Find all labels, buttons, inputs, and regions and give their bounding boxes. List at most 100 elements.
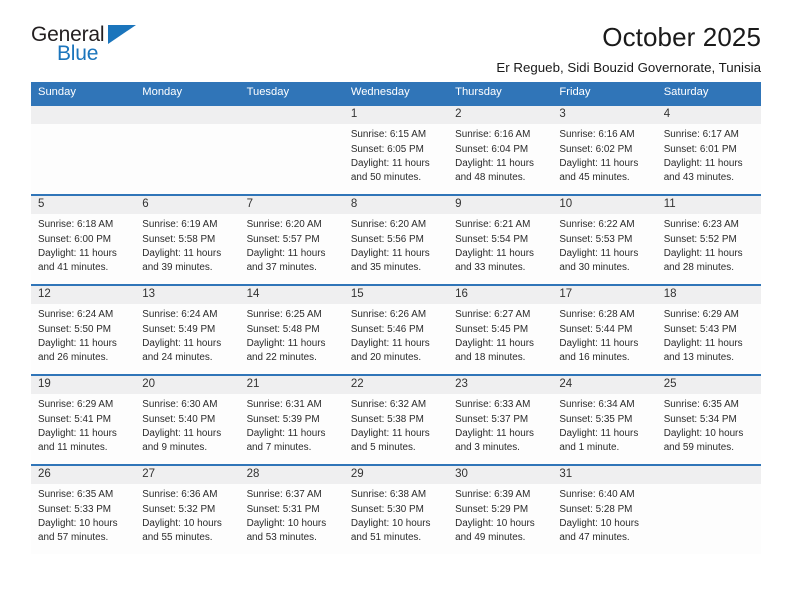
day-cell[interactable]: Sunrise: 6:20 AM Sunset: 5:56 PM Dayligh… <box>344 214 448 284</box>
week-detail-band: Sunrise: 6:18 AM Sunset: 6:00 PM Dayligh… <box>31 214 761 285</box>
day-number[interactable]: 10 <box>552 196 656 214</box>
daylight-text-line2: and 48 minutes. <box>455 171 526 183</box>
day-cell[interactable]: Sunrise: 6:35 AM Sunset: 5:33 PM Dayligh… <box>31 484 135 554</box>
day-number[interactable]: 7 <box>240 196 344 214</box>
day-number[interactable]: 9 <box>448 196 552 214</box>
day-number[interactable] <box>31 106 135 124</box>
day-number[interactable]: 16 <box>448 286 552 304</box>
day-number[interactable]: 6 <box>135 196 239 214</box>
day-cell[interactable]: Sunrise: 6:22 AM Sunset: 5:53 PM Dayligh… <box>552 214 656 284</box>
day-number[interactable]: 15 <box>344 286 448 304</box>
daylight-text-line1: Daylight: 11 hours <box>559 247 639 259</box>
day-number[interactable]: 22 <box>344 376 448 394</box>
day-number[interactable]: 31 <box>552 466 656 484</box>
sunset-text: Sunset: 5:49 PM <box>142 323 216 335</box>
daylight-text-line2: and 55 minutes. <box>142 531 213 543</box>
generalblue-logo[interactable]: General Blue <box>31 24 141 70</box>
day-cell[interactable]: Sunrise: 6:35 AM Sunset: 5:34 PM Dayligh… <box>657 394 761 464</box>
day-cell[interactable]: Sunrise: 6:18 AM Sunset: 6:00 PM Dayligh… <box>31 214 135 284</box>
day-number[interactable]: 14 <box>240 286 344 304</box>
day-cell[interactable] <box>31 124 135 194</box>
day-cell[interactable]: Sunrise: 6:37 AM Sunset: 5:31 PM Dayligh… <box>240 484 344 554</box>
day-cell[interactable]: Sunrise: 6:20 AM Sunset: 5:57 PM Dayligh… <box>240 214 344 284</box>
day-cell[interactable]: Sunrise: 6:34 AM Sunset: 5:35 PM Dayligh… <box>552 394 656 464</box>
day-cell[interactable]: Sunrise: 6:30 AM Sunset: 5:40 PM Dayligh… <box>135 394 239 464</box>
day-number[interactable]: 13 <box>135 286 239 304</box>
day-cell[interactable] <box>240 124 344 194</box>
day-cell[interactable]: Sunrise: 6:25 AM Sunset: 5:48 PM Dayligh… <box>240 304 344 374</box>
day-cell[interactable] <box>657 484 761 554</box>
day-number[interactable] <box>240 106 344 124</box>
daylight-text-line2: and 24 minutes. <box>142 351 213 363</box>
day-cell[interactable]: Sunrise: 6:26 AM Sunset: 5:46 PM Dayligh… <box>344 304 448 374</box>
day-cell[interactable]: Sunrise: 6:16 AM Sunset: 6:04 PM Dayligh… <box>448 124 552 194</box>
weekday-header-monday: Monday <box>142 86 183 98</box>
daylight-text-line1: Daylight: 11 hours <box>38 247 117 259</box>
day-number[interactable]: 3 <box>552 106 656 124</box>
day-number[interactable]: 30 <box>448 466 552 484</box>
sunrise-text: Sunrise: 6:22 AM <box>559 219 635 231</box>
day-cell[interactable]: Sunrise: 6:36 AM Sunset: 5:32 PM Dayligh… <box>135 484 239 554</box>
day-cell[interactable]: Sunrise: 6:15 AM Sunset: 6:05 PM Dayligh… <box>344 124 448 194</box>
day-cell[interactable]: Sunrise: 6:31 AM Sunset: 5:39 PM Dayligh… <box>240 394 344 464</box>
day-number[interactable]: 26 <box>31 466 135 484</box>
day-cell[interactable]: Sunrise: 6:29 AM Sunset: 5:43 PM Dayligh… <box>657 304 761 374</box>
day-cell[interactable]: Sunrise: 6:39 AM Sunset: 5:29 PM Dayligh… <box>448 484 552 554</box>
daylight-text-line1: Daylight: 11 hours <box>142 337 222 349</box>
day-number[interactable]: 25 <box>657 376 761 394</box>
day-number[interactable] <box>135 106 239 124</box>
sunset-text: Sunset: 5:54 PM <box>455 233 529 245</box>
day-cell[interactable]: Sunrise: 6:29 AM Sunset: 5:41 PM Dayligh… <box>31 394 135 464</box>
daylight-text-line1: Daylight: 11 hours <box>559 337 639 349</box>
daylight-text-line2: and 3 minutes. <box>455 441 520 453</box>
daylight-text-line2: and 39 minutes. <box>142 261 213 273</box>
day-cell[interactable]: Sunrise: 6:27 AM Sunset: 5:45 PM Dayligh… <box>448 304 552 374</box>
day-cell[interactable]: Sunrise: 6:24 AM Sunset: 5:49 PM Dayligh… <box>135 304 239 374</box>
sunrise-text: Sunrise: 6:35 AM <box>38 489 114 501</box>
day-number[interactable]: 29 <box>344 466 448 484</box>
day-cell[interactable] <box>135 124 239 194</box>
sunrise-text: Sunrise: 6:27 AM <box>455 309 531 321</box>
sunset-text: Sunset: 6:02 PM <box>559 143 633 155</box>
day-number[interactable] <box>657 466 761 484</box>
day-number[interactable]: 12 <box>31 286 135 304</box>
day-number[interactable]: 17 <box>552 286 656 304</box>
daylight-text-line1: Daylight: 11 hours <box>350 157 430 169</box>
day-number[interactable]: 4 <box>657 106 761 124</box>
day-cell[interactable]: Sunrise: 6:19 AM Sunset: 5:58 PM Dayligh… <box>135 214 239 284</box>
daylight-text-line1: Daylight: 11 hours <box>350 337 430 349</box>
day-cell[interactable]: Sunrise: 6:17 AM Sunset: 6:01 PM Dayligh… <box>657 124 761 194</box>
daylight-text-line2: and 43 minutes. <box>663 171 734 183</box>
day-cell[interactable]: Sunrise: 6:24 AM Sunset: 5:50 PM Dayligh… <box>31 304 135 374</box>
day-cell[interactable]: Sunrise: 6:32 AM Sunset: 5:38 PM Dayligh… <box>344 394 448 464</box>
daylight-text-line1: Daylight: 11 hours <box>142 427 222 439</box>
day-number[interactable]: 28 <box>240 466 344 484</box>
day-number[interactable]: 27 <box>135 466 239 484</box>
daylight-text-line2: and 47 minutes. <box>559 531 630 543</box>
day-number[interactable]: 11 <box>657 196 761 214</box>
day-cell[interactable]: Sunrise: 6:23 AM Sunset: 5:52 PM Dayligh… <box>657 214 761 284</box>
day-cell[interactable]: Sunrise: 6:38 AM Sunset: 5:30 PM Dayligh… <box>344 484 448 554</box>
day-cell[interactable]: Sunrise: 6:33 AM Sunset: 5:37 PM Dayligh… <box>448 394 552 464</box>
day-number[interactable]: 20 <box>135 376 239 394</box>
day-number[interactable]: 1 <box>344 106 448 124</box>
daylight-text-line1: Daylight: 11 hours <box>455 337 534 349</box>
daylight-text-line2: and 30 minutes. <box>559 261 630 273</box>
sunrise-text: Sunrise: 6:26 AM <box>350 309 427 321</box>
day-cell[interactable]: Sunrise: 6:16 AM Sunset: 6:02 PM Dayligh… <box>552 124 656 194</box>
sunset-text: Sunset: 5:43 PM <box>663 323 737 335</box>
day-number[interactable]: 23 <box>448 376 552 394</box>
day-number[interactable]: 2 <box>448 106 552 124</box>
daylight-text-line2: and 59 minutes. <box>663 441 734 453</box>
week-date-band: 5 6 7 8 9 10 11 <box>31 196 761 215</box>
day-number[interactable]: 21 <box>240 376 344 394</box>
day-number[interactable]: 5 <box>31 196 135 214</box>
day-cell[interactable]: Sunrise: 6:28 AM Sunset: 5:44 PM Dayligh… <box>552 304 656 374</box>
day-number[interactable]: 24 <box>552 376 656 394</box>
day-number[interactable]: 18 <box>657 286 761 304</box>
daylight-text-line1: Daylight: 10 hours <box>559 517 639 529</box>
day-cell[interactable]: Sunrise: 6:21 AM Sunset: 5:54 PM Dayligh… <box>448 214 552 284</box>
day-cell[interactable]: Sunrise: 6:40 AM Sunset: 5:28 PM Dayligh… <box>552 484 656 554</box>
day-number[interactable]: 8 <box>344 196 448 214</box>
day-number[interactable]: 19 <box>31 376 135 394</box>
